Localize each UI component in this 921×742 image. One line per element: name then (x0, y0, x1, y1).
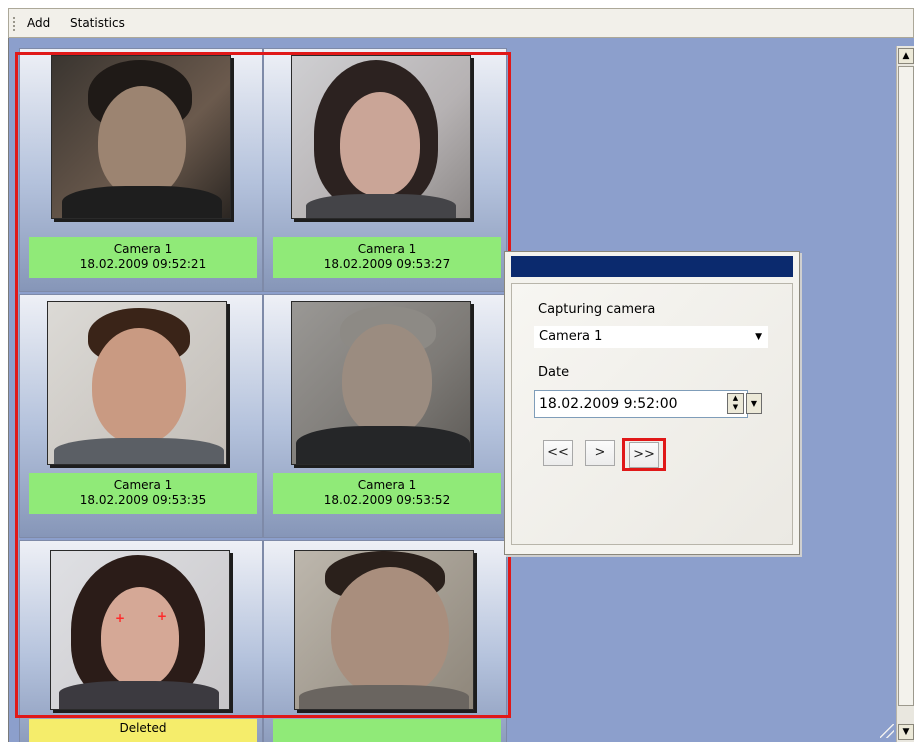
face-photo[interactable]: + + (50, 550, 230, 710)
size-grip-icon[interactable] (880, 724, 894, 738)
face-card[interactable]: Camera 1 18.02.2009 09:52:21 (19, 48, 263, 292)
face-caption (273, 719, 501, 742)
eye-marker-icon: + (157, 609, 168, 623)
camera-label: Capturing camera (538, 302, 656, 317)
face-caption: Camera 1 18.02.2009 09:52:21 (29, 237, 257, 278)
face-caption: Camera 1 18.02.2009 09:53:27 (273, 237, 501, 278)
toolbar-grip-icon[interactable] (13, 17, 15, 31)
date-input[interactable]: 18.02.2009 9:52:00 (534, 390, 748, 418)
face-card[interactable]: Camera 1 18.02.2009 09:53:35 (19, 294, 263, 538)
capture-time: 18.02.2009 09:53:27 (323, 257, 451, 271)
eye-marker-icon: + (115, 611, 126, 625)
add-button[interactable]: Add (27, 9, 50, 37)
capture-time: 18.02.2009 09:53:52 (323, 493, 451, 507)
face-card[interactable]: Camera 1 18.02.2009 09:53:27 (263, 48, 507, 292)
date-value: 18.02.2009 9:52:00 (539, 396, 678, 412)
face-photo[interactable] (291, 301, 471, 465)
scroll-thumb[interactable] (898, 66, 914, 706)
statistics-button[interactable]: Statistics (70, 9, 125, 37)
capture-time: 18.02.2009 09:52:21 (79, 257, 207, 271)
toolbar: Add Statistics (8, 8, 914, 38)
camera-select[interactable]: Camera 1 ▼ (534, 326, 768, 348)
face-card[interactable]: + + Deleted (19, 540, 263, 742)
date-dropdown-button[interactable]: ▼ (746, 393, 762, 414)
face-photo[interactable] (47, 301, 227, 465)
next-page-button[interactable]: > (585, 440, 615, 466)
camera-name: Camera 1 (357, 478, 417, 492)
face-caption: Deleted (29, 719, 257, 742)
deleted-status: Deleted (119, 721, 167, 735)
camera-name: Camera 1 (113, 478, 173, 492)
vertical-scrollbar[interactable]: ▲ ▼ (896, 46, 914, 742)
last-page-highlight (622, 438, 666, 471)
scroll-down-arrow-icon[interactable]: ▼ (898, 724, 914, 740)
face-photo[interactable] (294, 550, 474, 710)
face-card[interactable]: Camera 1 18.02.2009 09:53:52 (263, 294, 507, 538)
face-photo[interactable] (51, 55, 231, 219)
face-card[interactable] (263, 540, 507, 742)
date-label: Date (538, 365, 570, 380)
capture-time: 18.02.2009 09:53:35 (79, 493, 207, 507)
camera-select-value: Camera 1 (539, 329, 603, 344)
face-caption: Camera 1 18.02.2009 09:53:35 (29, 473, 257, 514)
scroll-up-arrow-icon[interactable]: ▲ (898, 48, 914, 64)
first-page-button[interactable]: << (543, 440, 573, 466)
face-photo[interactable] (291, 55, 471, 219)
camera-name: Camera 1 (357, 242, 417, 256)
face-caption: Camera 1 18.02.2009 09:53:52 (273, 473, 501, 514)
camera-name: Camera 1 (113, 242, 173, 256)
dropdown-arrow-icon: ▼ (755, 332, 762, 342)
dialog-title-bar[interactable] (511, 256, 793, 277)
spin-arrows-icon[interactable]: ▲ ▼ (727, 393, 744, 414)
